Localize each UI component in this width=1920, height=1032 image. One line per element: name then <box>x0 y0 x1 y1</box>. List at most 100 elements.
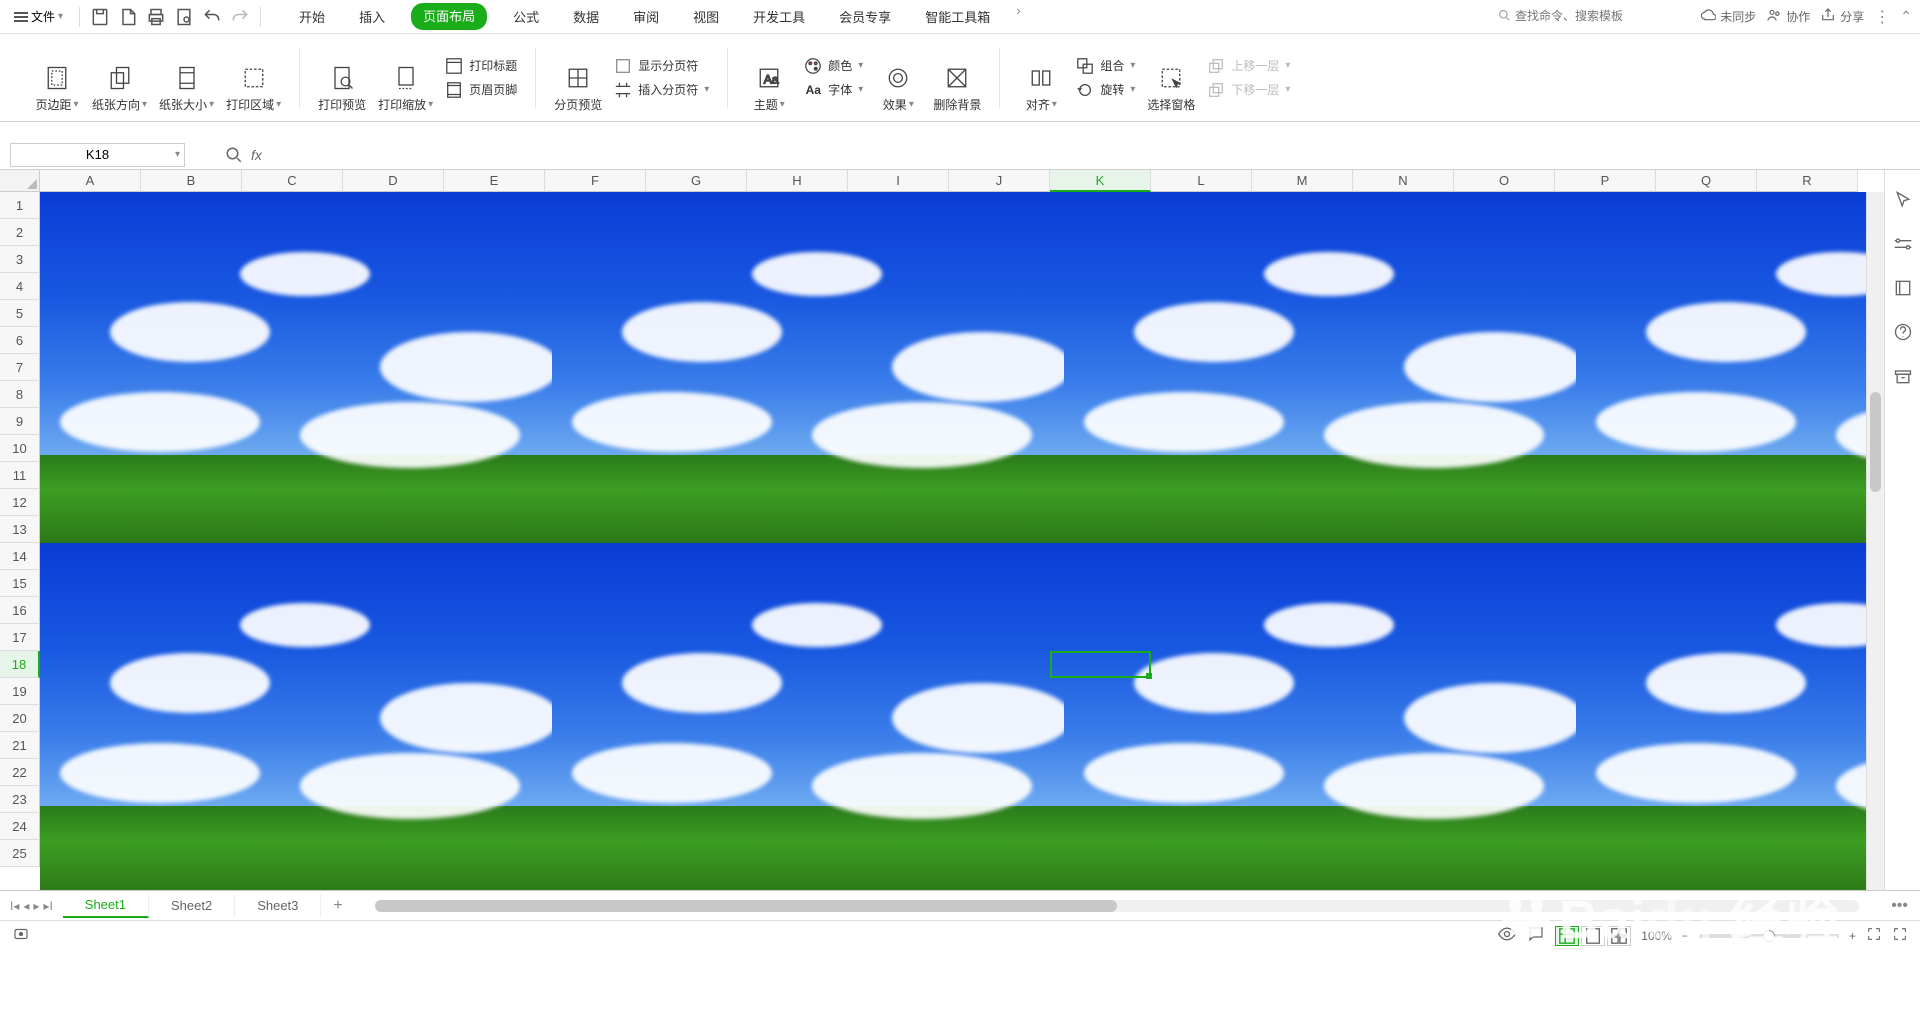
add-sheet-button[interactable]: + <box>321 897 354 915</box>
name-box[interactable]: K18 ▾ <box>10 143 185 167</box>
tab-review[interactable]: 审阅 <box>625 3 667 30</box>
page-break-preview-button[interactable]: 分页预览 <box>554 64 602 113</box>
row-header[interactable]: 20 <box>0 705 40 732</box>
column-header[interactable]: H <box>747 170 848 192</box>
paper-size-button[interactable]: 纸张大小▾ <box>159 64 214 113</box>
help-icon[interactable] <box>1893 322 1913 342</box>
tab-view[interactable]: 视图 <box>685 3 727 30</box>
settings-icon[interactable] <box>1893 234 1913 254</box>
row-header[interactable]: 19 <box>0 678 40 705</box>
zoom-in-button[interactable]: + <box>1849 929 1856 943</box>
column-header[interactable]: N <box>1353 170 1454 192</box>
row-header[interactable]: 3 <box>0 246 40 273</box>
row-header[interactable]: 5 <box>0 300 40 327</box>
print-preview-button[interactable]: 打印预览 <box>318 64 366 113</box>
tab-member[interactable]: 会员专享 <box>831 3 899 30</box>
select-all-corner[interactable] <box>0 170 40 192</box>
theme-color-button[interactable]: 颜色▾ <box>804 57 863 75</box>
row-header[interactable]: 8 <box>0 381 40 408</box>
record-macro-icon[interactable] <box>12 925 30 946</box>
send-backward-button[interactable]: 下移一层▾ <box>1207 81 1290 99</box>
insert-page-break-button[interactable]: 插入分页符▾ <box>614 81 709 99</box>
search-icon[interactable] <box>225 146 243 164</box>
row-header[interactable]: 9 <box>0 408 40 435</box>
save-as-icon[interactable] <box>118 7 138 27</box>
page-break-view-button[interactable] <box>1607 926 1631 946</box>
row-header[interactable]: 11 <box>0 462 40 489</box>
sheet-more-icon[interactable]: ••• <box>1879 897 1920 915</box>
scrollbar-thumb[interactable] <box>375 900 1117 912</box>
normal-view-button[interactable] <box>1555 926 1579 946</box>
vertical-scrollbar[interactable] <box>1866 192 1884 890</box>
tab-insert[interactable]: 插入 <box>351 3 393 30</box>
row-header[interactable]: 6 <box>0 327 40 354</box>
scrollbar-thumb[interactable] <box>1870 392 1881 492</box>
column-header[interactable]: L <box>1151 170 1252 192</box>
zoom-value[interactable]: 100% <box>1641 929 1672 943</box>
row-header[interactable]: 10 <box>0 435 40 462</box>
page-layout-view-button[interactable] <box>1581 926 1605 946</box>
zoom-slider[interactable] <box>1699 934 1839 938</box>
undo-icon[interactable] <box>202 7 222 27</box>
column-header[interactable]: R <box>1757 170 1858 192</box>
chevron-down-icon[interactable]: ▾ <box>175 149 180 160</box>
orientation-button[interactable]: 纸张方向▾ <box>92 64 147 113</box>
share-button[interactable]: 分享 <box>1820 7 1864 26</box>
rotate-button[interactable]: 旋转▾ <box>1076 81 1135 99</box>
sync-status[interactable]: 未同步 <box>1700 7 1756 26</box>
comment-icon[interactable] <box>1527 925 1545 946</box>
align-button[interactable]: 对齐▾ <box>1018 64 1064 113</box>
sheet-tab-3[interactable]: Sheet3 <box>235 894 321 917</box>
tab-smart[interactable]: 智能工具箱 <box>917 3 998 30</box>
row-header[interactable]: 16 <box>0 597 40 624</box>
last-sheet-button[interactable]: ▸I <box>43 899 52 913</box>
column-headers[interactable]: ABCDEFGHIJKLMNOPQR <box>40 170 1866 192</box>
row-header[interactable]: 2 <box>0 219 40 246</box>
row-header[interactable]: 15 <box>0 570 40 597</box>
search-input[interactable] <box>1515 9 1682 23</box>
row-header[interactable]: 23 <box>0 786 40 813</box>
row-header[interactable]: 14 <box>0 543 40 570</box>
column-header[interactable]: M <box>1252 170 1353 192</box>
redo-icon[interactable] <box>230 7 250 27</box>
tab-start[interactable]: 开始 <box>291 3 333 30</box>
row-header[interactable]: 17 <box>0 624 40 651</box>
row-header[interactable]: 21 <box>0 732 40 759</box>
row-header[interactable]: 22 <box>0 759 40 786</box>
row-header[interactable]: 4 <box>0 273 40 300</box>
print-preview-icon[interactable] <box>174 7 194 27</box>
formula-input[interactable] <box>270 147 1920 162</box>
column-header[interactable]: J <box>949 170 1050 192</box>
row-header[interactable]: 12 <box>0 489 40 516</box>
cursor-icon[interactable] <box>1893 190 1913 210</box>
sheet-tab-1[interactable]: Sheet1 <box>63 893 149 918</box>
tab-data[interactable]: 数据 <box>565 3 607 30</box>
column-header[interactable]: Q <box>1656 170 1757 192</box>
prev-sheet-button[interactable]: ◂ <box>23 899 29 913</box>
column-header[interactable]: E <box>444 170 545 192</box>
properties-icon[interactable] <box>1893 278 1913 298</box>
column-header[interactable]: K <box>1050 170 1151 192</box>
column-header[interactable]: O <box>1454 170 1555 192</box>
zoom-thumb[interactable] <box>1763 930 1775 942</box>
row-header[interactable]: 25 <box>0 840 40 867</box>
horizontal-scrollbar[interactable] <box>375 900 1859 912</box>
group-button[interactable]: 组合▾ <box>1076 57 1135 75</box>
tab-overflow-icon[interactable]: › <box>1016 3 1020 30</box>
save-icon[interactable] <box>90 7 110 27</box>
row-headers[interactable]: 1234567891011121314151617181920212223242… <box>0 192 40 890</box>
file-menu-button[interactable]: 文件 ▾ <box>8 5 69 28</box>
column-header[interactable]: I <box>848 170 949 192</box>
archive-icon[interactable] <box>1893 366 1913 386</box>
row-header[interactable]: 7 <box>0 354 40 381</box>
effects-button[interactable]: 效果▾ <box>875 64 921 113</box>
print-title-button[interactable]: 打印标题 <box>445 57 517 75</box>
collaborate-button[interactable]: 协作 <box>1766 7 1810 26</box>
theme-button[interactable]: Aa 主题▾ <box>746 64 792 113</box>
show-page-break-checkbox[interactable]: 显示分页符 <box>614 57 709 75</box>
column-header[interactable]: B <box>141 170 242 192</box>
row-header[interactable]: 24 <box>0 813 40 840</box>
fx-button[interactable]: fx <box>251 147 262 163</box>
print-icon[interactable] <box>146 7 166 27</box>
more-icon[interactable]: ⋮ <box>1874 7 1890 27</box>
